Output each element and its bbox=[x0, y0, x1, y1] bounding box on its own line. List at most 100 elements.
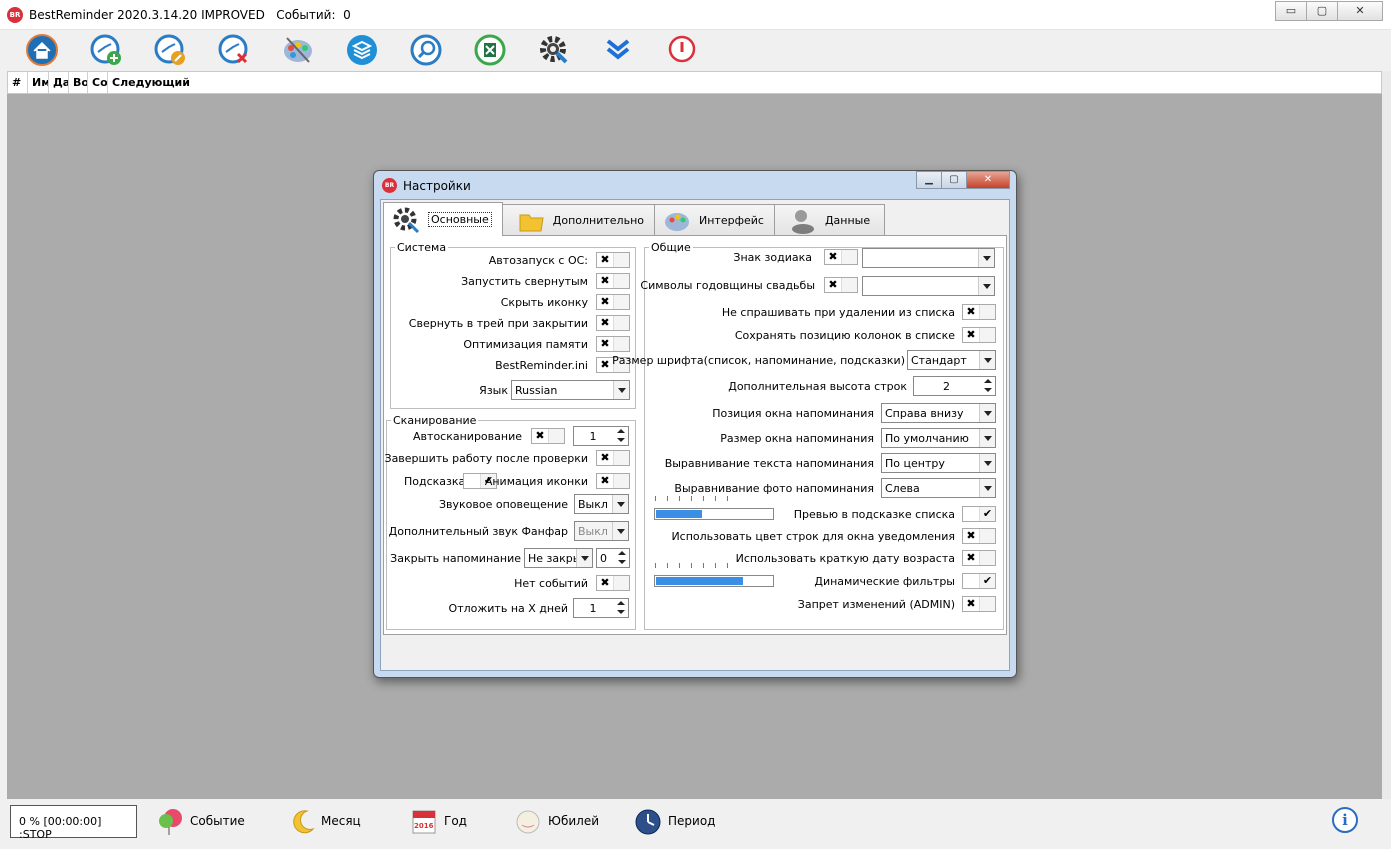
dialog-minimize-button[interactable]: ▁ bbox=[916, 171, 942, 189]
start-minimized-checkbox[interactable]: ✖ bbox=[596, 273, 630, 289]
filter-month-button[interactable]: Месяц bbox=[287, 806, 361, 836]
tab-basic[interactable]: Основные bbox=[383, 202, 503, 236]
icon-anim-label: Анимация иконки bbox=[484, 475, 588, 488]
layers-icon bbox=[347, 35, 377, 65]
dynamic-filters-label: Динамические фильтры bbox=[814, 575, 955, 588]
no-events-checkbox[interactable]: ✖ bbox=[596, 575, 630, 591]
filter-event-button[interactable]: Событие bbox=[156, 806, 245, 836]
close-button[interactable]: ✕ bbox=[1337, 1, 1383, 21]
close-reminder-label: Закрыть напоминание bbox=[390, 552, 521, 565]
text-align-select[interactable]: По центру bbox=[881, 453, 996, 473]
autoscan-spinner[interactable]: 1 bbox=[573, 426, 629, 446]
settings-tabs: Основные Дополнительно Интерфейс Данные bbox=[383, 202, 886, 236]
filter-period-button[interactable]: Период bbox=[634, 806, 715, 836]
photo-align-select[interactable]: Слева bbox=[881, 478, 996, 498]
tab-data[interactable]: Данные bbox=[773, 204, 886, 236]
column-header[interactable]: Да bbox=[49, 72, 69, 93]
short-date-checkbox[interactable]: ✖ bbox=[962, 550, 996, 566]
clock-icon bbox=[635, 809, 661, 835]
tab-interface[interactable]: Интерфейс bbox=[654, 204, 775, 236]
window-size-select[interactable]: По умолчанию bbox=[881, 428, 996, 448]
sound-select[interactable]: Выкл bbox=[574, 494, 629, 514]
filter-period-label: Период bbox=[668, 814, 716, 828]
column-header[interactable]: # bbox=[8, 72, 28, 93]
finish-after-check-checkbox[interactable]: ✖ bbox=[596, 450, 630, 466]
dialog-close-button[interactable]: ✕ bbox=[966, 171, 1010, 189]
autostart-label: Автозапуск с ОС: bbox=[488, 254, 588, 267]
search-button[interactable] bbox=[409, 33, 443, 67]
add-event-button[interactable] bbox=[89, 33, 123, 67]
preview-slider[interactable] bbox=[654, 508, 774, 520]
settings-button[interactable] bbox=[537, 33, 571, 67]
tab-interface-label: Интерфейс bbox=[699, 214, 764, 227]
zodiac-label: Знак зодиака bbox=[733, 251, 812, 264]
ini-label: BestReminder.ini bbox=[495, 359, 588, 372]
scan-legend: Сканирование bbox=[393, 414, 477, 427]
window-position-select[interactable]: Справа внизу bbox=[881, 403, 996, 423]
list-preview-checkbox[interactable]: ✔ bbox=[962, 506, 996, 522]
expand-button[interactable] bbox=[601, 33, 635, 67]
dialog-title: Настройки bbox=[403, 179, 471, 193]
dialog-logo-icon: BR bbox=[382, 178, 397, 193]
dynamic-slider-ticks bbox=[655, 563, 739, 568]
tab-advanced[interactable]: Дополнительно bbox=[501, 204, 655, 236]
window-position-label: Позиция окна напоминания bbox=[712, 407, 874, 420]
row-color-checkbox[interactable]: ✖ bbox=[962, 528, 996, 544]
info-icon[interactable]: i bbox=[1332, 807, 1358, 833]
calendar-icon bbox=[412, 810, 436, 834]
excel-export-button[interactable] bbox=[473, 33, 507, 67]
layers-button[interactable] bbox=[345, 33, 379, 67]
dynamic-filter-slider[interactable] bbox=[654, 575, 774, 587]
zodiac-select[interactable] bbox=[862, 248, 995, 268]
folder-icon bbox=[519, 214, 544, 231]
close-reminder-spinner[interactable]: 0 bbox=[596, 548, 630, 568]
filter-event-label: Событие bbox=[190, 814, 245, 828]
zodiac-checkbox[interactable]: ✖ bbox=[824, 249, 858, 265]
close-reminder-select[interactable]: Не закры bbox=[524, 548, 593, 568]
column-header[interactable]: Со bbox=[88, 72, 108, 93]
wedding-symbols-checkbox[interactable]: ✖ bbox=[824, 277, 858, 293]
column-header[interactable]: Следующий bbox=[108, 72, 198, 93]
hide-icon-label: Скрыть иконку bbox=[500, 296, 588, 309]
language-select[interactable]: Russian bbox=[511, 380, 630, 400]
delete-event-button[interactable] bbox=[217, 33, 251, 67]
year-badge: 2016 bbox=[414, 822, 434, 830]
hide-icon-checkbox[interactable]: ✖ bbox=[596, 294, 630, 310]
moon-icon bbox=[293, 810, 315, 834]
admin-lock-checkbox[interactable]: ✖ bbox=[962, 596, 996, 612]
wedding-symbols-select[interactable] bbox=[862, 276, 995, 296]
dynamic-filters-checkbox[interactable]: ✔ bbox=[962, 573, 996, 589]
minimize-button[interactable]: ▭ bbox=[1275, 1, 1307, 21]
cake-icon bbox=[516, 810, 540, 834]
dialog-maximize-button[interactable]: ▢ bbox=[941, 171, 967, 189]
filter-jubilee-button[interactable]: Юбилей bbox=[514, 806, 599, 836]
column-header[interactable]: Им bbox=[28, 72, 49, 93]
tab-page-basic: Система Автозапуск с ОС: ✖ Запустить све… bbox=[383, 235, 1007, 635]
dialog-body: Основные Дополнительно Интерфейс Данные … bbox=[380, 199, 1010, 671]
postpone-spinner[interactable]: 1 bbox=[573, 598, 629, 618]
tab-data-label: Данные bbox=[824, 214, 871, 227]
home-button[interactable] bbox=[25, 33, 59, 67]
row-height-spinner[interactable]: 2 bbox=[913, 376, 996, 396]
column-header[interactable]: Во bbox=[69, 72, 88, 93]
filter-year-button[interactable]: 2016 Год bbox=[410, 806, 467, 836]
start-minimized-label: Запустить свернутым bbox=[461, 275, 588, 288]
vertical-scrollbar[interactable] bbox=[1382, 71, 1391, 799]
maximize-button[interactable]: ▢ bbox=[1306, 1, 1338, 21]
no-ask-delete-checkbox[interactable]: ✖ bbox=[962, 304, 996, 320]
finish-after-check-label: Завершить работу после проверки bbox=[384, 452, 588, 465]
edit-event-button[interactable] bbox=[153, 33, 187, 67]
system-legend: Система bbox=[397, 241, 447, 254]
interface-button[interactable] bbox=[281, 33, 315, 67]
text-align-label: Выравнивание текста напоминания bbox=[664, 457, 874, 470]
autoscan-checkbox[interactable]: ✖ bbox=[531, 428, 565, 444]
fanfare-select[interactable]: Выкл bbox=[574, 521, 629, 541]
exit-button[interactable] bbox=[665, 33, 699, 67]
tray-on-close-checkbox[interactable]: ✖ bbox=[596, 315, 630, 331]
save-columns-checkbox[interactable]: ✖ bbox=[962, 327, 996, 343]
font-size-select[interactable]: Стандарт bbox=[907, 350, 996, 370]
icon-anim-checkbox[interactable]: ✖ bbox=[596, 473, 630, 489]
app-logo-icon: BR bbox=[7, 7, 23, 23]
autostart-checkbox[interactable]: ✖ bbox=[596, 252, 630, 268]
memory-opt-checkbox[interactable]: ✖ bbox=[596, 336, 630, 352]
